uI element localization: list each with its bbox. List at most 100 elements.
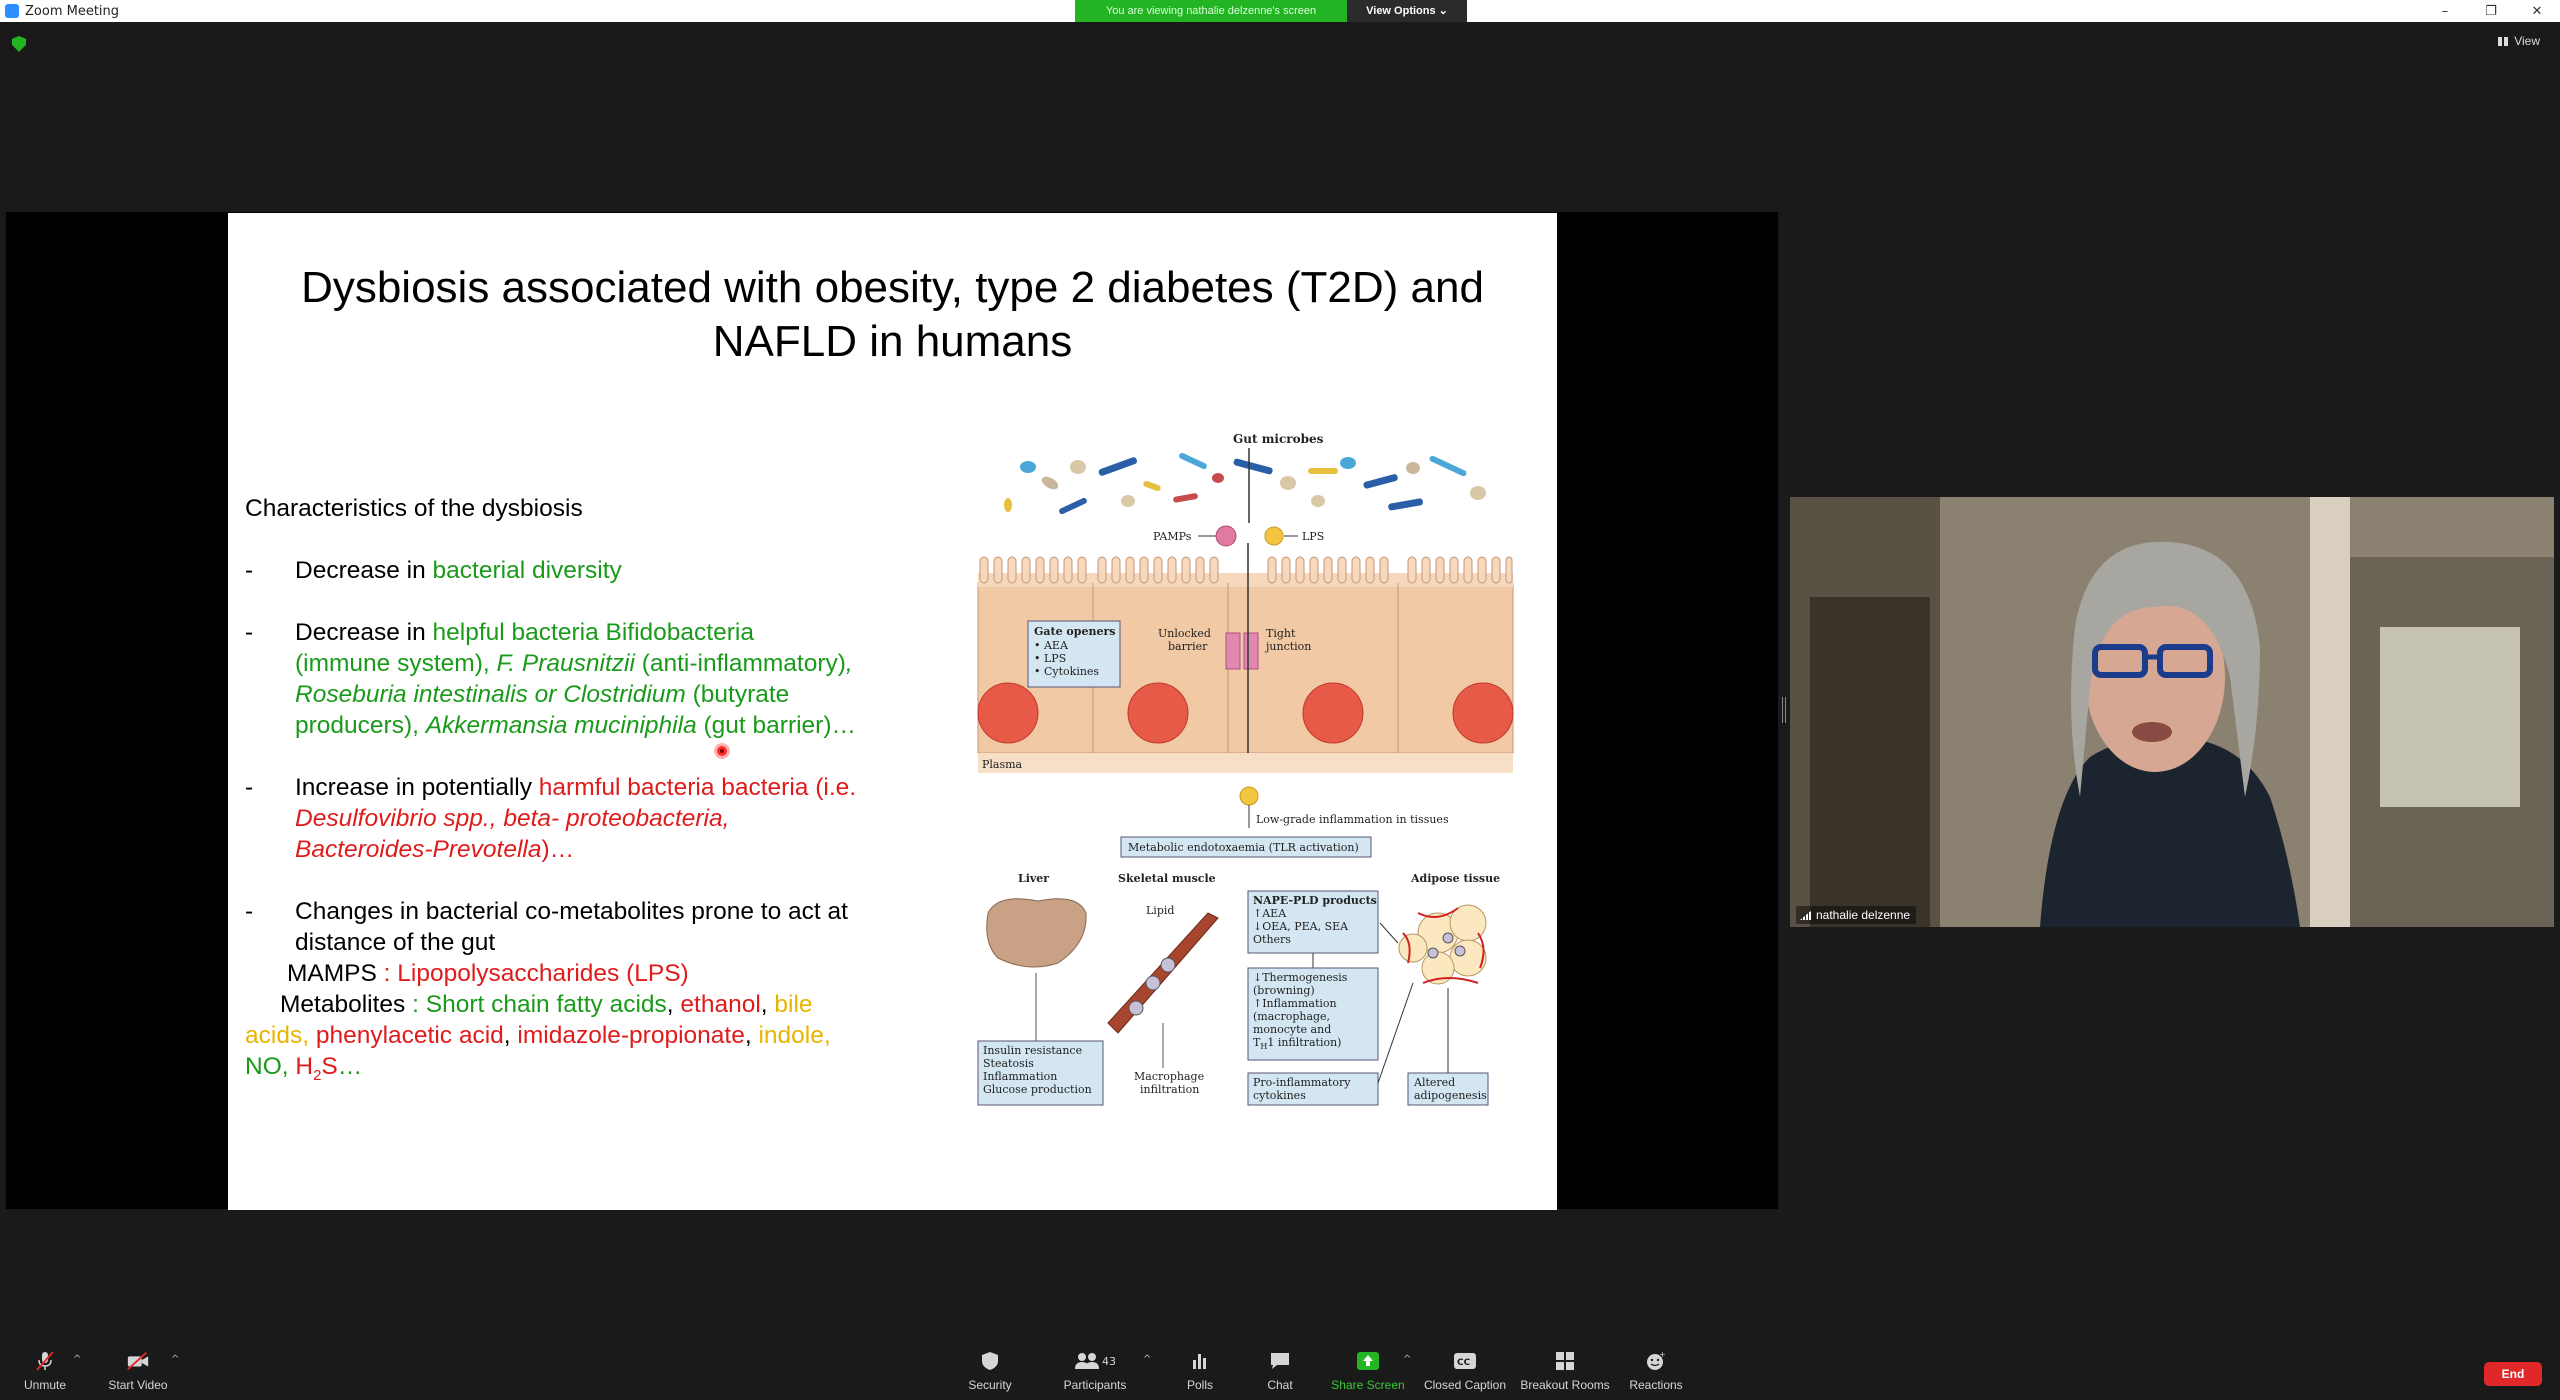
view-layout-button[interactable]: View <box>2498 34 2540 48</box>
separator: , <box>503 1022 518 1049</box>
viewing-screen-label: You are viewing nathalie delzenne's scre… <box>1075 0 1347 22</box>
metabolite-ethanol: ethanol <box>680 991 761 1018</box>
bullet-text-green: (gut barrier)… <box>696 712 857 739</box>
video-options-caret-icon[interactable]: ^ <box>171 1354 179 1365</box>
nape-item: ↓OEA, PEA, SEA <box>1253 920 1349 933</box>
bullet-dash: - <box>245 619 254 646</box>
nape-item: ↑AEA <box>1253 907 1287 920</box>
tight-junction-label: Tight <box>1266 627 1296 640</box>
mamps-line: MAMPS : Lipopolysaccharides (LPS) <box>245 958 885 989</box>
window-controls: – ❐ ✕ <box>2422 0 2560 22</box>
metabolites-line-3: NO, H2S… <box>245 1051 885 1091</box>
participant-video[interactable]: nathalie delzenne <box>1790 497 2554 927</box>
closed-caption-button[interactable]: CC Closed Caption <box>1420 1350 1510 1392</box>
bullet-harmful-bacteria: - Increase in potentially harmful bacter… <box>245 772 885 865</box>
polls-button[interactable]: Polls <box>1155 1350 1245 1392</box>
security-button[interactable]: Security <box>945 1350 1035 1392</box>
gate-item: • AEA <box>1034 639 1069 652</box>
bullet-text: distance of the gut <box>295 929 496 956</box>
separator: , <box>760 991 775 1018</box>
metabolite-bile: bile <box>774 991 813 1018</box>
window-titlebar: Zoom Meeting You are viewing nathalie de… <box>0 0 2560 22</box>
share-screen-button[interactable]: Share Screen <box>1323 1350 1413 1392</box>
unmute-label: Unmute <box>23 1378 67 1392</box>
breakout-rooms-label: Breakout Rooms <box>1520 1378 1610 1392</box>
video-off-icon <box>126 1350 150 1372</box>
participants-count: 43 <box>1102 1354 1116 1368</box>
metabolites-line: Metabolites : Short chain fatty acids, e… <box>245 989 885 1020</box>
closed-caption-icon: CC <box>1453 1350 1477 1372</box>
metabolite-h2s: H <box>295 1053 314 1080</box>
participant-video-frame <box>1790 497 2554 927</box>
share-screen-label: Share Screen <box>1331 1378 1405 1392</box>
gut-microbes-diagram: Gut microbes PAMPs LPS Gate openers • AE… <box>977 432 1514 1106</box>
bullet-co-metabolites: - Changes in bacterial co-metabolites pr… <box>245 896 885 958</box>
security-shield-icon <box>978 1350 1002 1372</box>
liver-item: Steatosis <box>983 1057 1034 1070</box>
macrophage-label: infiltration <box>1140 1083 1199 1096</box>
thermo-item: monocyte and <box>1253 1023 1331 1036</box>
lps-label: LPS <box>1302 530 1324 543</box>
bullet-text-red-italic: Bacteroides-Prevotella <box>295 836 542 863</box>
participants-button[interactable]: 43 Participants <box>1050 1350 1140 1392</box>
proinflammatory-label: Pro-inflammatory <box>1253 1076 1351 1089</box>
altered-adipogenesis-label: adipogenesis <box>1414 1089 1487 1102</box>
muted-microphone-icon <box>33 1350 57 1372</box>
slide-title: Dysbiosis associated with obesity, type … <box>228 261 1557 369</box>
metabolite-imidazole-propionate: imidazole-propionate <box>517 1022 745 1049</box>
gate-item: • Cytokines <box>1034 665 1099 678</box>
skeletal-muscle-label: Skeletal muscle <box>1118 872 1216 885</box>
polls-bar-chart-icon <box>1188 1350 1212 1372</box>
bullet-dash: - <box>245 898 254 925</box>
plasma-label: Plasma <box>982 758 1023 771</box>
chat-label: Chat <box>1267 1378 1293 1392</box>
bullet-text-green: (immune system), <box>295 650 497 677</box>
minimize-button[interactable]: – <box>2422 0 2468 22</box>
bullet-dash: - <box>245 557 254 584</box>
metabolite-bile-acids: acids, <box>245 1022 310 1049</box>
unlocked-barrier-label: Unlocked <box>1158 627 1211 640</box>
encryption-shield-icon[interactable] <box>12 36 26 52</box>
bullet-text-green-italic: Roseburia intestinalis or Clostridium <box>295 681 686 708</box>
breakout-rooms-button[interactable]: Breakout Rooms <box>1520 1350 1610 1392</box>
metabolite-scfa: : Short chain fatty acids <box>412 991 667 1018</box>
restore-button[interactable]: ❐ <box>2468 0 2514 22</box>
laser-pointer-icon <box>714 743 730 759</box>
participant-name: nathalie delzenne <box>1816 908 1911 922</box>
svg-text:CC: CC <box>1457 1358 1471 1368</box>
metabolic-endotoxaemia-label: Metabolic endotoxaemia (TLR activation) <box>1128 841 1359 854</box>
adipose-tissue-label: Adipose tissue <box>1410 872 1500 885</box>
close-button[interactable]: ✕ <box>2514 0 2560 22</box>
bullet-text-green: helpful bacteria Bifidobacteria <box>432 619 754 646</box>
presentation-slide: Dysbiosis associated with obesity, type … <box>228 213 1557 1210</box>
reactions-button[interactable]: + Reactions <box>1611 1350 1701 1392</box>
metabolites-line-2: acids, phenylacetic acid, imidazole-prop… <box>245 1020 885 1051</box>
liver-shape <box>986 898 1087 968</box>
chat-button[interactable]: Chat <box>1235 1350 1325 1392</box>
bullet-text: Decrease in <box>295 619 433 646</box>
mamps-label: MAMPS <box>287 960 384 987</box>
view-options-button[interactable]: View Options ⌄ <box>1347 0 1467 22</box>
bullet-text: Decrease in <box>295 557 433 584</box>
end-meeting-button[interactable]: End <box>2484 1362 2542 1386</box>
share-options-caret-icon[interactable]: ^ <box>1403 1354 1411 1365</box>
participants-caret-icon[interactable]: ^ <box>1143 1354 1151 1365</box>
nape-pld-label: NAPE-PLD products <box>1253 894 1377 907</box>
liver-item: Inflammation <box>983 1070 1057 1083</box>
bullet-list: Characteristics of the dysbiosis - Decre… <box>245 493 885 1091</box>
bullet-text-green: (butyrate <box>685 681 790 708</box>
audio-options-caret-icon[interactable]: ^ <box>73 1354 81 1365</box>
pamps-label: PAMPs <box>1153 530 1192 543</box>
microbes-cluster <box>1004 452 1486 515</box>
start-video-button[interactable]: Start Video <box>93 1350 183 1392</box>
metabolite-no: NO, <box>245 1053 296 1080</box>
gate-item: • LPS <box>1034 652 1066 665</box>
panel-splitter-handle[interactable] <box>1782 697 1786 723</box>
bullet-text: Increase in potentially <box>295 774 539 801</box>
thermo-item: (macrophage, <box>1253 1010 1330 1023</box>
reactions-smiley-icon: + <box>1644 1350 1668 1372</box>
bullet-text-green-italic: Akkermansia muciniphila <box>425 712 697 739</box>
grid-icon <box>2498 36 2509 46</box>
bullet-text-red-italic: Desulfovibrio spp., beta- proteobacteria… <box>295 805 730 832</box>
unlocked-barrier-label: barrier <box>1168 640 1208 653</box>
